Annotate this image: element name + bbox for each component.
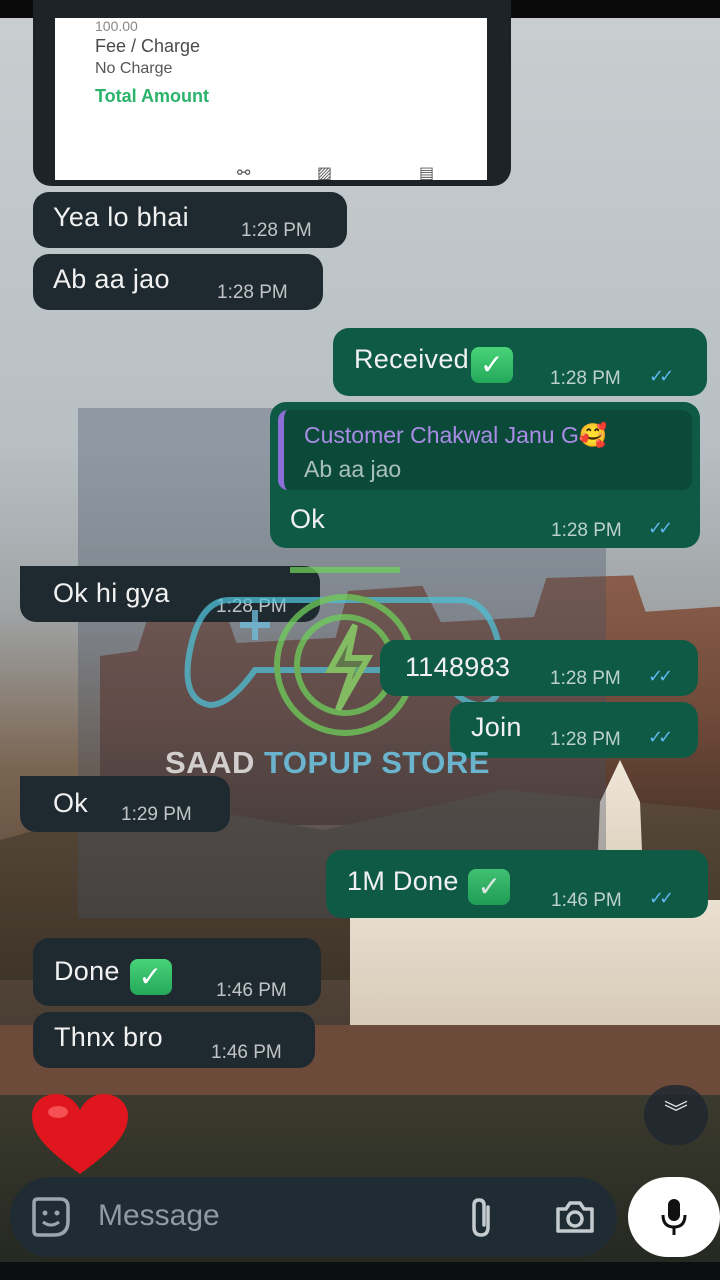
message-time: 1:27 PM — [401, 150, 472, 171]
message-text: Ok hi gya — [53, 578, 170, 608]
message-time: 1:28 PM — [551, 520, 622, 541]
receipt-fee-value: No Charge — [95, 60, 173, 77]
quoted-text: Ab aa jao — [304, 456, 402, 482]
check-mark-emoji-icon: ✓ — [468, 869, 511, 905]
message-text: Done ✓ — [54, 956, 172, 995]
message-time: 1:28 PM — [241, 220, 312, 241]
message-text: Ab aa jao — [53, 264, 170, 294]
image-icon: ▨ — [317, 165, 333, 182]
quoted-author: Customer Chakwal Janu G🥰 — [304, 422, 608, 448]
message-text: 1M Done ✓ — [347, 866, 511, 905]
receipt-amount: 100.00 — [95, 18, 138, 34]
message-text: Join — [471, 712, 522, 742]
receipt-total-label: Total Amount — [95, 86, 209, 106]
message-text: Ok — [290, 504, 326, 534]
red-heart-icon[interactable] — [30, 1092, 130, 1176]
message-input[interactable]: Message — [98, 1199, 220, 1233]
outgoing-message[interactable]: 1M Done ✓ 1:46 PM ✓✓ — [326, 850, 708, 918]
message-time: 1:29 PM — [121, 804, 192, 825]
double-check-icon: ✓✓ — [648, 518, 673, 538]
double-check-icon: ✓✓ — [648, 727, 673, 747]
incoming-message[interactable]: Yea lo bhai 1:28 PM — [33, 192, 347, 248]
message-time: 1:28 PM — [550, 668, 621, 689]
check-mark-emoji-icon: ✓ — [129, 959, 172, 995]
message-text: Thnx bro — [54, 1022, 163, 1052]
incoming-message[interactable]: Thnx bro 1:46 PM — [33, 1012, 315, 1068]
double-check-icon: ✓✓ — [649, 366, 674, 386]
message-time: 1:46 PM — [211, 1042, 282, 1063]
share-icon: ⚯ — [237, 165, 251, 182]
voice-message-button[interactable] — [628, 1177, 720, 1257]
incoming-message[interactable]: Ab aa jao 1:28 PM — [33, 254, 323, 310]
message-time: 1:28 PM — [550, 368, 621, 389]
wallpaper-palace — [350, 900, 720, 1030]
message-composer[interactable]: Message — [10, 1177, 617, 1257]
message-time: 1:28 PM — [217, 282, 288, 303]
double-chevron-down-icon[interactable]: ︾ — [644, 1085, 708, 1145]
sticker-icon[interactable] — [30, 1197, 72, 1237]
message-time: 1:46 PM — [216, 980, 287, 1001]
image-message[interactable]: 100.00 Fee / Charge No Charge Total Amou… — [33, 0, 511, 186]
outgoing-message[interactable]: Received ✓ 1:28 PM ✓✓ — [333, 328, 707, 396]
message-time: 1:46 PM — [551, 890, 622, 911]
double-check-icon: ✓✓ — [648, 666, 673, 686]
receipt-fee-label: Fee / Charge — [95, 36, 201, 56]
microphone-icon — [661, 1199, 687, 1235]
quoted-message[interactable]: Customer Chakwal Janu G🥰 Ab aa jao — [278, 410, 692, 490]
outgoing-reply-message[interactable]: Customer Chakwal Janu G🥰 Ab aa jao Ok 1:… — [270, 402, 700, 548]
outgoing-message[interactable]: 1148983 1:28 PM ✓✓ — [380, 640, 698, 696]
navigation-bar — [0, 1262, 720, 1280]
message-text: Ok — [53, 788, 89, 818]
message-text: Received ✓ — [354, 344, 513, 383]
message-text: 1148983 — [405, 652, 511, 682]
double-check-icon: ✓✓ — [649, 888, 674, 908]
message-text: Yea lo bhai — [53, 202, 189, 232]
camera-icon[interactable] — [554, 1199, 596, 1235]
message-time: 1:28 PM — [550, 729, 621, 750]
incoming-message[interactable]: Done ✓ 1:46 PM — [33, 938, 321, 1006]
check-mark-emoji-icon: ✓ — [470, 347, 513, 383]
paperclip-icon[interactable] — [466, 1197, 496, 1239]
incoming-message[interactable]: Ok 1:29 PM — [20, 776, 230, 832]
